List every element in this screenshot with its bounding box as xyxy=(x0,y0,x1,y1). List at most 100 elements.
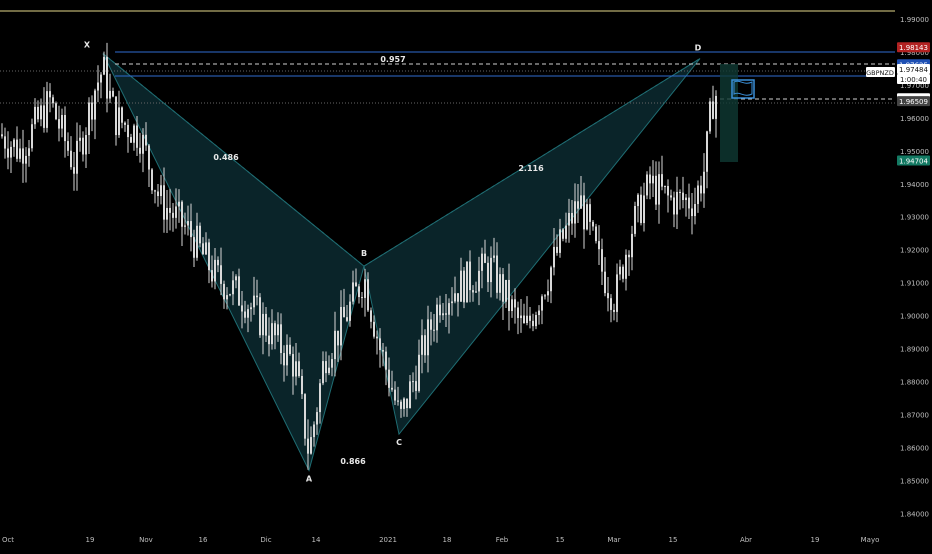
candle-body xyxy=(634,206,636,234)
candle-body xyxy=(676,191,678,215)
candle-body xyxy=(373,321,375,337)
candle-body xyxy=(121,107,123,123)
candle-body xyxy=(487,262,489,283)
candle-body xyxy=(391,387,393,390)
x-tick-label: 15 xyxy=(556,536,565,544)
candle-body xyxy=(4,136,6,149)
candle-body xyxy=(259,297,261,336)
candle-body xyxy=(91,102,93,120)
candle-body xyxy=(187,221,189,226)
candle-body xyxy=(553,246,555,268)
candle-body xyxy=(544,295,546,297)
candle-body xyxy=(298,361,300,377)
candle-body xyxy=(499,274,501,293)
candle-body xyxy=(169,207,171,213)
candle-body xyxy=(661,174,663,187)
candle-body xyxy=(136,125,138,148)
candle-body xyxy=(319,383,321,413)
candle-body xyxy=(70,150,72,168)
candle-body xyxy=(124,122,126,125)
candle-body xyxy=(394,389,396,401)
candle-body xyxy=(244,311,246,318)
candle-body xyxy=(154,190,156,192)
candle-body xyxy=(436,304,438,331)
y-tick-label: 1.94000 xyxy=(900,181,929,189)
candle-body xyxy=(220,265,222,284)
candle-body xyxy=(295,361,297,377)
candle-body xyxy=(286,344,288,366)
candle-body xyxy=(550,267,552,292)
candle-body xyxy=(130,137,132,143)
candle-body xyxy=(577,201,579,209)
candle-body xyxy=(103,56,105,75)
candle-body xyxy=(385,351,387,370)
candle-body xyxy=(262,313,264,336)
candle-body xyxy=(97,82,99,91)
candle-body xyxy=(430,319,432,330)
x-tick-label: Mar xyxy=(607,536,620,544)
candle-body xyxy=(418,354,420,391)
y-tick-label: 1.89000 xyxy=(900,346,929,354)
candle-body xyxy=(355,282,357,287)
x-tick-label: 14 xyxy=(312,536,321,544)
candle-body xyxy=(706,131,708,172)
candle-body xyxy=(322,361,324,384)
candle-body xyxy=(235,276,237,281)
candle-body xyxy=(364,279,366,298)
x-tick-label: 15 xyxy=(669,536,678,544)
candle-body xyxy=(694,204,696,217)
price-tag-label: 1.96509 xyxy=(899,98,928,106)
candle-body xyxy=(232,280,234,295)
candle-body xyxy=(346,317,348,321)
price-tag-label: 1.98143 xyxy=(899,44,928,52)
candle-body xyxy=(409,381,411,409)
candle-body xyxy=(325,361,327,374)
candle-body xyxy=(316,412,318,425)
candle-body xyxy=(370,310,372,322)
x-tick-label: 16 xyxy=(199,536,208,544)
candle-body xyxy=(283,353,285,366)
candle-body xyxy=(412,381,414,383)
candle-body xyxy=(172,212,174,218)
candle-body xyxy=(133,125,135,143)
candle-body xyxy=(7,148,9,158)
candle-body xyxy=(160,185,162,197)
candle-body xyxy=(613,309,615,312)
candle-body xyxy=(592,221,594,227)
candle-body xyxy=(601,249,603,272)
candle-body xyxy=(34,106,36,125)
candle-body xyxy=(55,103,57,120)
candle-body xyxy=(493,255,495,258)
x-tick-label: Mayo xyxy=(861,536,880,544)
candle-body xyxy=(565,225,567,239)
candle-body xyxy=(289,344,291,355)
candle-body xyxy=(343,306,345,318)
x-tick-label: 19 xyxy=(86,536,95,544)
candle-body xyxy=(337,330,339,346)
candle-body xyxy=(94,90,96,120)
x-tick-label: 19 xyxy=(811,536,820,544)
candle-body xyxy=(163,185,165,220)
candle-body xyxy=(529,315,531,321)
candle-body xyxy=(547,291,549,296)
candle-body xyxy=(310,437,312,454)
candle-body xyxy=(205,242,207,255)
candle-body xyxy=(340,306,342,346)
candle-body xyxy=(439,304,441,316)
countdown-label: 1:00:40 xyxy=(900,76,927,84)
candle-body xyxy=(22,148,24,164)
candle-body xyxy=(112,90,114,97)
price-tag-label: 1.97484 xyxy=(899,66,928,74)
candle-body xyxy=(253,295,255,308)
candle-body xyxy=(208,242,210,271)
candle-body xyxy=(277,324,279,336)
candle-body xyxy=(703,171,705,194)
candle-body xyxy=(655,175,657,205)
candle-body xyxy=(109,90,111,99)
x-tick-label: Feb xyxy=(496,536,509,544)
candle-body xyxy=(196,225,198,258)
candle-body xyxy=(304,394,306,439)
candle-body xyxy=(106,56,108,99)
candle-body xyxy=(472,290,474,293)
candle-body xyxy=(40,105,42,120)
